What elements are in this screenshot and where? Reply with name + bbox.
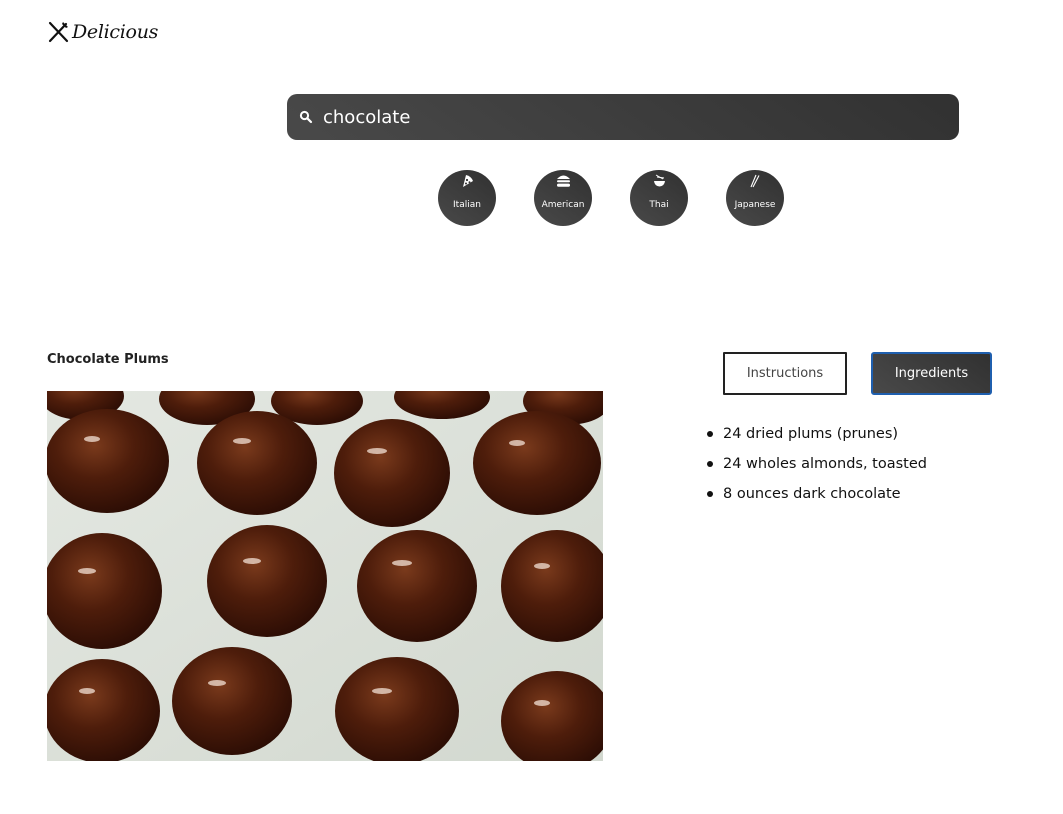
- ingredients-list: 24 dried plums (prunes) 24 wholes almond…: [705, 424, 1045, 514]
- fork-knife-icon: [47, 20, 70, 44]
- noodle-bowl-icon: [652, 172, 667, 189]
- search-icon[interactable]: [299, 110, 313, 124]
- list-item: 24 wholes almonds, toasted: [705, 454, 1045, 484]
- cuisine-italian-button[interactable]: Italian: [438, 170, 496, 226]
- cuisine-label: Thai: [649, 200, 669, 210]
- pizza-icon: [460, 172, 474, 189]
- cuisine-label: American: [541, 200, 585, 210]
- brand-logo[interactable]: Delicious: [47, 20, 158, 44]
- recipe-title: Chocolate Plums: [47, 352, 169, 367]
- cuisine-categories: Italian American Thai Japanese: [438, 170, 784, 226]
- brand-name: Delicious: [72, 21, 159, 43]
- cuisine-label: Japanese: [734, 200, 776, 210]
- chopsticks-icon: [748, 172, 763, 189]
- cuisine-label: Italian: [453, 200, 481, 210]
- tab-instructions[interactable]: Instructions: [723, 352, 847, 395]
- tab-ingredients[interactable]: Ingredients: [871, 352, 992, 395]
- search-bar: [287, 94, 959, 140]
- burger-icon: [556, 172, 571, 189]
- cuisine-japanese-button[interactable]: Japanese: [726, 170, 784, 226]
- search-input[interactable]: [323, 94, 943, 140]
- cuisine-american-button[interactable]: American: [534, 170, 592, 226]
- list-item: 8 ounces dark chocolate: [705, 484, 1045, 514]
- recipe-image: [47, 391, 603, 761]
- list-item: 24 dried plums (prunes): [705, 424, 1045, 454]
- cuisine-thai-button[interactable]: Thai: [630, 170, 688, 226]
